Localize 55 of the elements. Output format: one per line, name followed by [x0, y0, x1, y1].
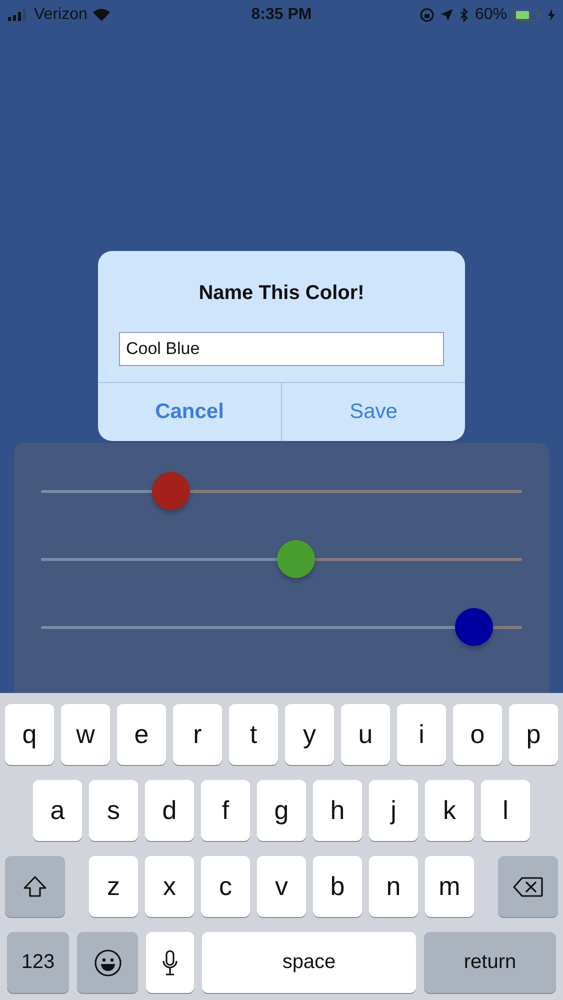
letter-key[interactable]: m — [425, 856, 474, 917]
letter-key[interactable]: x — [145, 856, 194, 917]
shift-icon — [23, 876, 47, 898]
letter-key[interactable]: p — [509, 704, 558, 765]
letter-key[interactable]: f — [201, 780, 250, 841]
letter-key[interactable]: q — [5, 704, 54, 765]
letter-key[interactable]: o — [453, 704, 502, 765]
dialog-title: Name This Color! — [198, 281, 364, 306]
space-key[interactable]: space — [202, 932, 416, 993]
color-slider[interactable] — [41, 539, 522, 579]
letter-key[interactable]: c — [201, 856, 250, 917]
letter-key[interactable]: z — [89, 856, 138, 917]
charging-bolt-icon — [548, 9, 555, 21]
letter-key[interactable]: b — [313, 856, 362, 917]
shift-key[interactable] — [5, 856, 65, 917]
letter-key[interactable]: r — [173, 704, 222, 765]
delete-key[interactable] — [498, 856, 558, 917]
signal-icon — [8, 9, 28, 21]
letter-key[interactable]: y — [285, 704, 334, 765]
smiley-icon — [94, 948, 122, 976]
letter-key[interactable]: v — [257, 856, 306, 917]
letter-key[interactable]: e — [117, 704, 166, 765]
letter-key[interactable]: n — [369, 856, 418, 917]
numbers-key[interactable]: 123 — [7, 932, 69, 993]
color-slider[interactable] — [41, 607, 522, 647]
backspace-icon — [513, 876, 543, 896]
letter-key[interactable]: h — [313, 780, 362, 841]
wifi-icon — [93, 9, 110, 21]
letter-key[interactable]: a — [33, 780, 82, 841]
return-key[interactable]: return — [424, 932, 556, 993]
letter-key[interactable]: k — [425, 780, 474, 841]
color-name-field[interactable]: Cool Blue — [119, 332, 444, 366]
letter-key[interactable]: l — [481, 780, 530, 841]
slider-thumb[interactable] — [152, 472, 190, 510]
letter-key[interactable]: t — [229, 704, 278, 765]
microphone-icon — [162, 950, 178, 976]
letter-key[interactable]: w — [61, 704, 110, 765]
dictation-key[interactable] — [146, 932, 194, 993]
location-icon — [440, 9, 453, 21]
battery-icon — [514, 9, 541, 21]
emoji-key[interactable] — [77, 932, 138, 993]
letter-key[interactable]: u — [341, 704, 390, 765]
clock-time: 8:35 PM — [251, 6, 312, 24]
letter-key[interactable]: d — [145, 780, 194, 841]
slider-thumb[interactable] — [454, 608, 493, 646]
battery-percent: 60% — [474, 6, 507, 24]
slider-thumb[interactable] — [276, 540, 315, 578]
letter-key[interactable]: i — [397, 704, 446, 765]
letter-key[interactable]: g — [257, 780, 306, 841]
letter-key[interactable]: j — [369, 780, 418, 841]
bluetooth-icon — [460, 8, 468, 22]
carrier-name: Verizon — [34, 6, 88, 24]
color-slider[interactable] — [41, 471, 522, 511]
letter-key[interactable]: s — [89, 780, 138, 841]
rotation-lock-icon — [420, 8, 434, 22]
